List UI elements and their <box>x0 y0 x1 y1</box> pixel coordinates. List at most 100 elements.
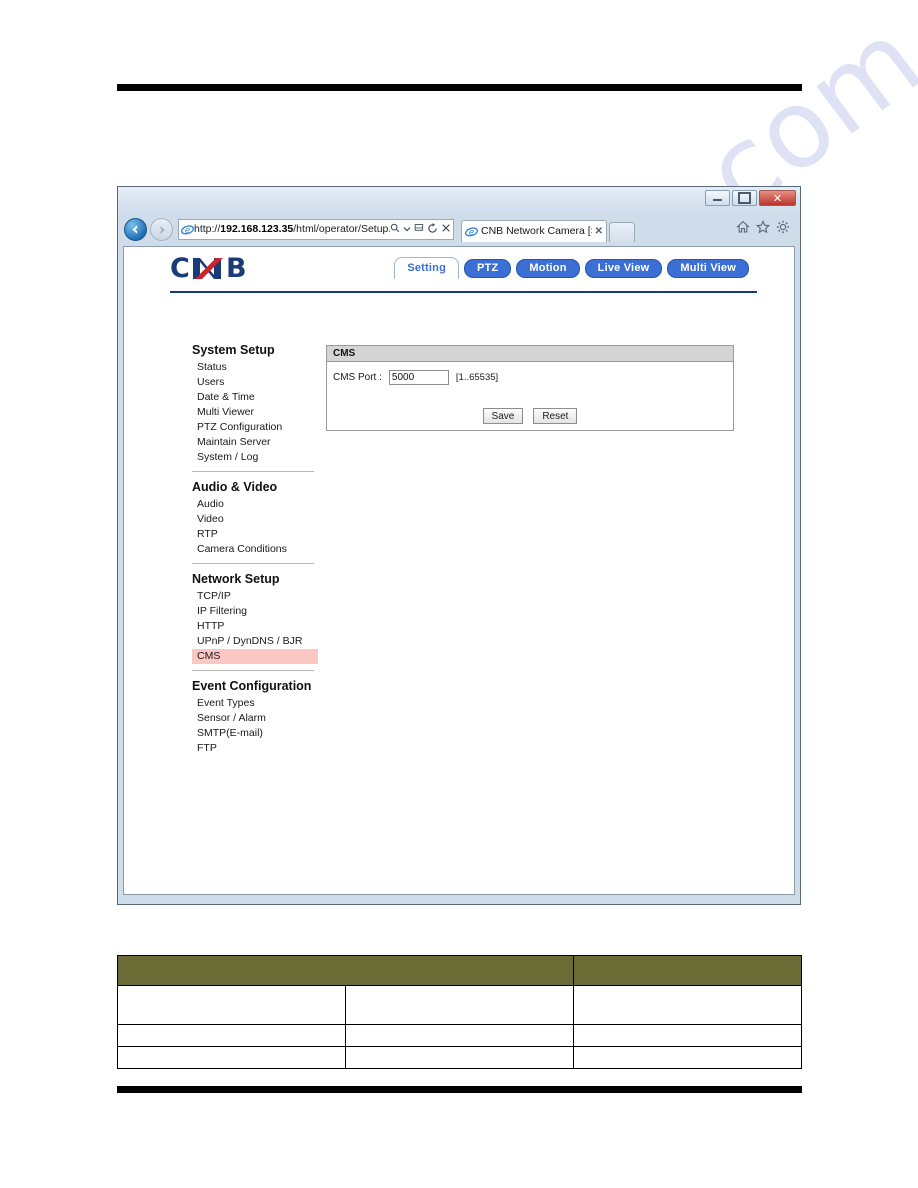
table-cell <box>574 1047 802 1069</box>
stop-icon[interactable] <box>441 223 451 236</box>
minimize-icon <box>713 196 722 201</box>
table-cell-text <box>346 997 573 1013</box>
tab-close-icon[interactable]: ✕ <box>595 226 603 237</box>
table-cell-text <box>574 997 801 1013</box>
sidebar-divider-2 <box>192 563 314 564</box>
tools-gear-icon[interactable] <box>776 220 790 239</box>
reset-button[interactable]: Reset <box>533 408 577 424</box>
sidebar-item-rtp[interactable]: RTP <box>192 527 318 542</box>
browser-toolbar-icons <box>736 220 794 239</box>
nav-tab-multi-view-label: Multi View <box>680 262 736 274</box>
sidebar-item-http[interactable]: HTTP <box>192 619 318 634</box>
browser-window: ✕ e http://192.168.123.35/html/operator/… <box>117 186 801 905</box>
sidebar-item-date-time[interactable]: Date & Time <box>192 390 318 405</box>
cms-panel-title: CMS <box>327 346 733 362</box>
nav-tab-ptz[interactable]: PTZ <box>464 259 511 278</box>
home-icon[interactable] <box>736 220 750 239</box>
table-cell <box>118 986 346 1025</box>
nav-tab-ptz-label: PTZ <box>477 262 498 274</box>
browser-title-bar: ✕ <box>118 187 800 213</box>
window-controls: ✕ <box>705 190 796 206</box>
cms-port-input[interactable] <box>389 370 449 385</box>
page-bottom-rule <box>117 1086 802 1093</box>
sidebar-item-upnp-dyndns-bjr[interactable]: UPnP / DynDNS / BJR <box>192 634 318 649</box>
nav-tab-motion[interactable]: Motion <box>516 259 579 278</box>
menu-group-network-setup: Network Setup TCP/IP IP Filtering HTTP U… <box>192 572 318 664</box>
table-header-cell-1 <box>118 956 574 986</box>
table-row <box>118 986 802 1025</box>
sidebar-item-camera-conditions[interactable]: Camera Conditions <box>192 542 318 557</box>
sidebar-item-maintain-server[interactable]: Maintain Server <box>192 435 318 450</box>
table-cell-text <box>346 1050 573 1066</box>
table-row <box>118 1025 802 1047</box>
sidebar-item-system-log[interactable]: System / Log <box>192 450 318 465</box>
sidebar-item-ptz-configuration[interactable]: PTZ Configuration <box>192 420 318 435</box>
back-button[interactable] <box>124 218 147 241</box>
nav-tab-live-view-label: Live View <box>598 262 650 274</box>
address-bar[interactable]: e http://192.168.123.35/html/operator/Se… <box>178 219 454 240</box>
cms-port-row: CMS Port : [1..65535] <box>333 370 727 385</box>
sidebar-item-ip-filtering[interactable]: IP Filtering <box>192 604 318 619</box>
sidebar-item-ftp[interactable]: FTP <box>192 741 318 756</box>
sidebar-item-tcp-ip[interactable]: TCP/IP <box>192 589 318 604</box>
sidebar-item-cms[interactable]: CMS <box>192 649 318 664</box>
page-top-rule <box>117 84 802 91</box>
menu-group-title-system-setup: System Setup <box>192 343 318 357</box>
menu-group-title-audio-video: Audio & Video <box>192 480 318 494</box>
table-cell-text <box>118 1050 345 1066</box>
svg-text:e: e <box>469 227 474 237</box>
sidebar-item-sensor-alarm[interactable]: Sensor / Alarm <box>192 711 318 726</box>
sidebar-item-multi-viewer[interactable]: Multi Viewer <box>192 405 318 420</box>
forward-arrow-icon <box>156 224 168 236</box>
table-cell <box>118 1047 346 1069</box>
sidebar-item-video[interactable]: Video <box>192 512 318 527</box>
table-cell-text <box>574 1028 801 1044</box>
nav-tab-setting[interactable]: Setting <box>394 257 459 279</box>
sidebar-item-event-types[interactable]: Event Types <box>192 696 318 711</box>
table-cell-text <box>118 1028 345 1044</box>
cms-settings-panel: CMS CMS Port : [1..65535] Save Reset <box>326 345 734 431</box>
table-cell-text <box>346 1028 573 1044</box>
search-icon[interactable] <box>390 223 400 236</box>
menu-group-title-network-setup: Network Setup <box>192 572 318 586</box>
save-button[interactable]: Save <box>483 408 524 424</box>
sidebar-item-status[interactable]: Status <box>192 360 318 375</box>
site-header: C B Setting PTZ Motion Live View <box>124 247 794 293</box>
table-cell <box>346 986 574 1025</box>
nav-tab-live-view[interactable]: Live View <box>585 259 663 278</box>
cms-form-buttons: Save Reset <box>327 408 733 424</box>
minimize-button[interactable] <box>705 190 730 206</box>
sidebar-item-users[interactable]: Users <box>192 375 318 390</box>
menu-group-system-setup: System Setup Status Users Date & Time Mu… <box>192 343 318 465</box>
description-table <box>117 955 802 1069</box>
menu-group-title-event-configuration: Event Configuration <box>192 679 318 693</box>
tab-favicon-icon: e <box>465 225 478 238</box>
address-url-text: http://192.168.123.35/html/operator/Setu… <box>194 220 390 239</box>
browser-tab[interactable]: e CNB Network Camera [Set.. ✕ <box>461 220 607 242</box>
svg-text:C: C <box>170 255 190 282</box>
sidebar-item-audio[interactable]: Audio <box>192 497 318 512</box>
new-tab-button[interactable] <box>609 222 635 242</box>
cms-port-range-hint: [1..65535] <box>456 372 498 383</box>
table-cell <box>346 1047 574 1069</box>
chevron-down-icon[interactable] <box>403 224 411 236</box>
close-icon: ✕ <box>773 193 782 204</box>
settings-sidebar: System Setup Status Users Date & Time Mu… <box>192 343 318 758</box>
table-cell <box>346 1025 574 1047</box>
table-cell-text <box>574 1050 801 1066</box>
address-bar-icons <box>390 223 451 237</box>
forward-button[interactable] <box>150 218 173 241</box>
svg-text:e: e <box>185 226 190 236</box>
page-viewport: C B Setting PTZ Motion Live View <box>123 246 795 895</box>
maximize-button[interactable] <box>732 190 757 206</box>
refresh-icon[interactable] <box>427 223 438 237</box>
svg-text:B: B <box>226 255 247 282</box>
cnb-logo: C B <box>170 255 282 282</box>
close-window-button[interactable]: ✕ <box>759 190 796 206</box>
ie-favicon-icon: e <box>181 223 194 236</box>
nav-tab-multi-view[interactable]: Multi View <box>667 259 749 278</box>
sidebar-item-smtp-email[interactable]: SMTP(E-mail) <box>192 726 318 741</box>
table-cell-text <box>118 997 345 1013</box>
compatibility-view-icon[interactable] <box>414 223 424 236</box>
favorites-star-icon[interactable] <box>756 220 770 239</box>
